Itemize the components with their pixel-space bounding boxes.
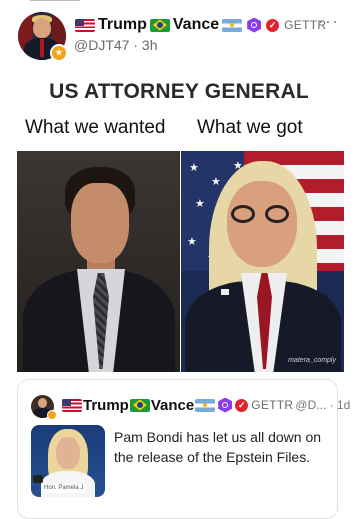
brazil-flag-icon <box>129 398 150 412</box>
separator-dot: · <box>133 37 142 53</box>
argentina-flag-icon <box>222 18 243 32</box>
quoted-author-name-row[interactable]: Trump Vance ✓ GETTR @D... · 1d <box>61 395 350 415</box>
glasses <box>231 205 293 223</box>
author-name-row[interactable]: Trump Vance ✓ GETTR <box>74 14 326 36</box>
meme-title: US ATTORNEY GENERAL <box>49 80 309 103</box>
separator-dot: · <box>326 398 337 412</box>
quoted-post-text: Pam Bondi has let us all down on the rel… <box>114 429 322 465</box>
verified-check-icon: ✓ <box>235 398 249 412</box>
hexagon-badge-icon <box>218 397 233 413</box>
author-avatar[interactable]: ★ <box>18 12 68 62</box>
top-divider <box>30 0 80 1</box>
quoted-post-time[interactable]: 1d <box>337 398 350 412</box>
quoted-thumbnail[interactable]: Hon. Pamela J <box>31 425 105 497</box>
hexagon-badge-icon <box>247 17 262 33</box>
microphone-icon <box>33 475 43 483</box>
thumbnail-caption: Hon. Pamela J <box>41 484 87 493</box>
gold-badge-icon: ★ <box>50 44 68 62</box>
verified-check-icon: ✓ <box>266 18 280 32</box>
brazil-flag-icon <box>149 18 170 32</box>
quoted-platform-label: GETTR <box>251 398 294 412</box>
author-name-part1: Trump <box>98 16 147 33</box>
quoted-author-handle[interactable]: @D... <box>295 398 326 412</box>
us-flag-icon <box>62 398 82 412</box>
photo-right[interactable]: ★★★ ★★★ ★★ matera_comply <box>181 151 344 372</box>
quoted-author-name-part1: Trump <box>83 396 129 414</box>
more-options-button[interactable]: ··· <box>318 12 339 30</box>
quoted-gold-badge-icon <box>47 410 57 420</box>
quoted-post-card[interactable]: Trump Vance ✓ GETTR @D... · 1d Hon. Pame… <box>17 379 350 519</box>
quoted-author-name-part2: Vance <box>150 396 195 414</box>
post-time[interactable]: 3h <box>142 37 158 53</box>
us-flag-icon <box>75 18 95 32</box>
meme-caption-left: What we wanted <box>25 117 166 138</box>
argentina-flag-icon <box>195 398 216 412</box>
author-handle[interactable]: @DJT47 <box>74 37 129 53</box>
author-handle-row: @DJT47 · 3h <box>74 37 157 53</box>
photo-left[interactable] <box>17 151 180 372</box>
photo-watermark: matera_comply <box>288 357 336 364</box>
meme-caption-right: What we got <box>197 117 303 138</box>
author-name-part2: Vance <box>172 16 220 33</box>
